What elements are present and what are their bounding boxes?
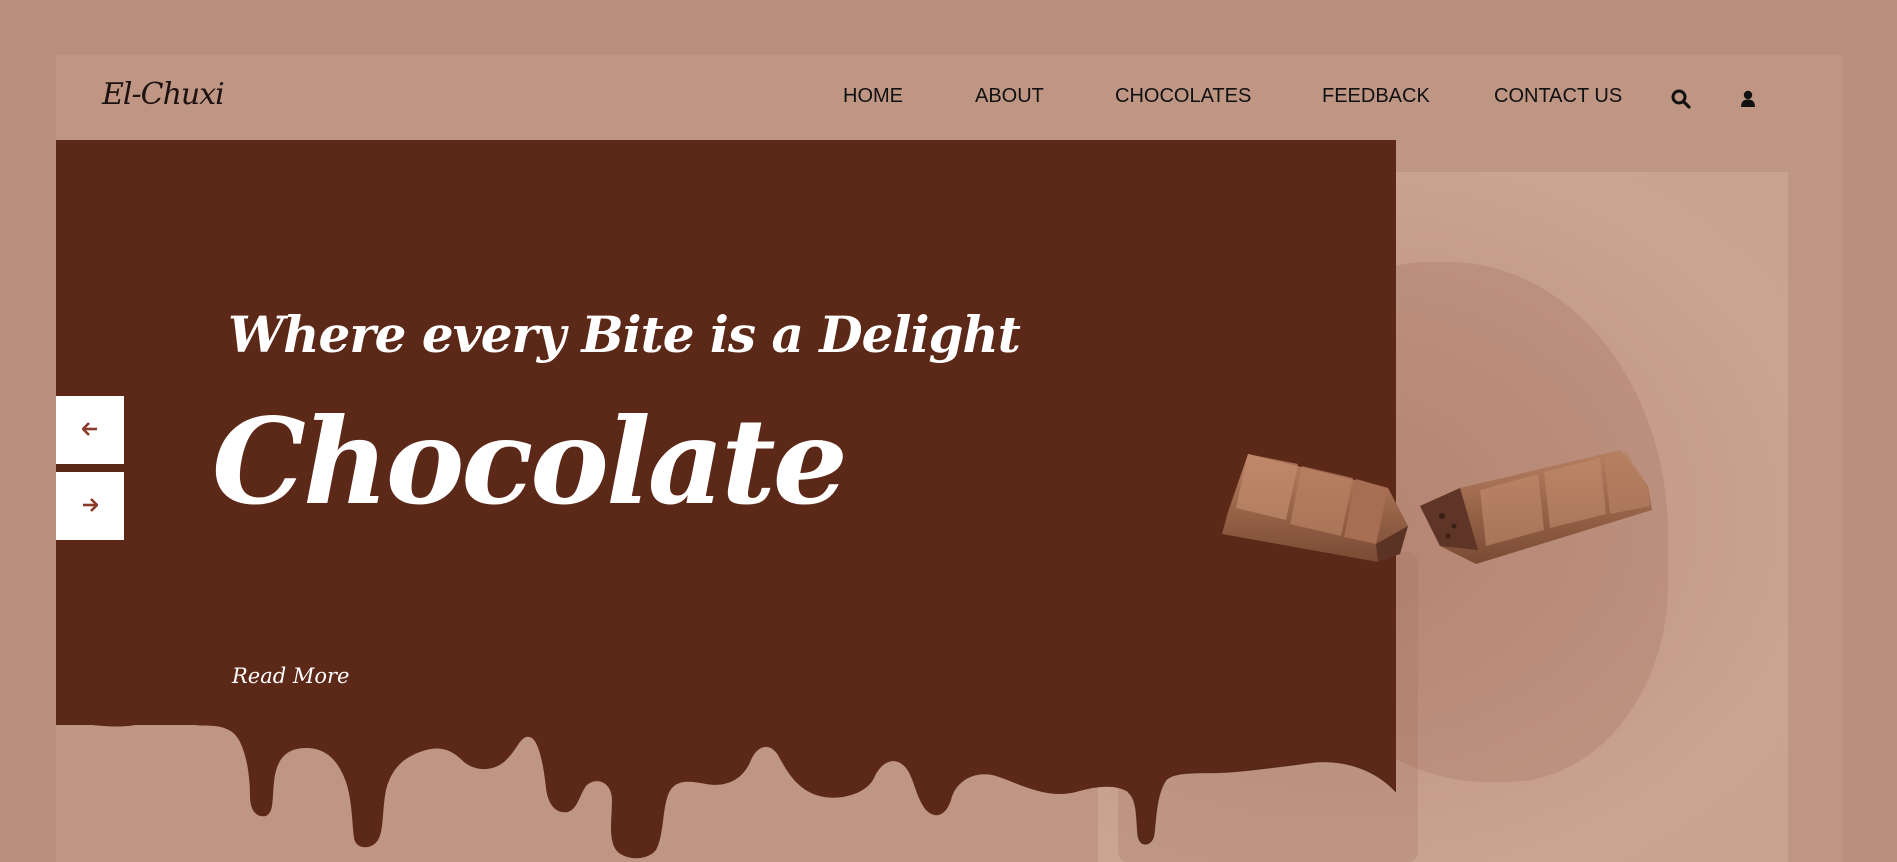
hero-title: Chocolate	[212, 392, 848, 531]
chocolate-bar-right-image	[1420, 450, 1652, 564]
chocolate-drip-decoration	[56, 700, 1396, 859]
arrow-right-icon	[82, 496, 99, 517]
nav-contact-us[interactable]: CONTACT US	[1494, 85, 1622, 108]
read-more-link[interactable]: Read More	[232, 664, 350, 688]
nav-home[interactable]: HOME	[843, 85, 903, 108]
nav-chocolates[interactable]: CHOCOLATES	[1115, 85, 1251, 108]
navbar: El-Chuxi HOME ABOUT CHOCOLATES FEEDBACK …	[56, 55, 1842, 140]
slider-prev-button[interactable]	[56, 396, 124, 464]
main-nav: HOME ABOUT CHOCOLATES FEEDBACK CONTACT U…	[56, 85, 1842, 115]
hero-subtitle: Where every Bite is a Delight	[228, 305, 1021, 364]
nav-about[interactable]: ABOUT	[975, 85, 1044, 108]
nav-feedback[interactable]: FEEDBACK	[1322, 85, 1430, 108]
search-icon[interactable]	[1670, 88, 1692, 110]
slider-next-button[interactable]	[56, 472, 124, 540]
chocolate-bar-left-image	[1222, 454, 1408, 562]
arrow-left-icon	[81, 420, 98, 441]
user-icon[interactable]	[1737, 88, 1759, 110]
